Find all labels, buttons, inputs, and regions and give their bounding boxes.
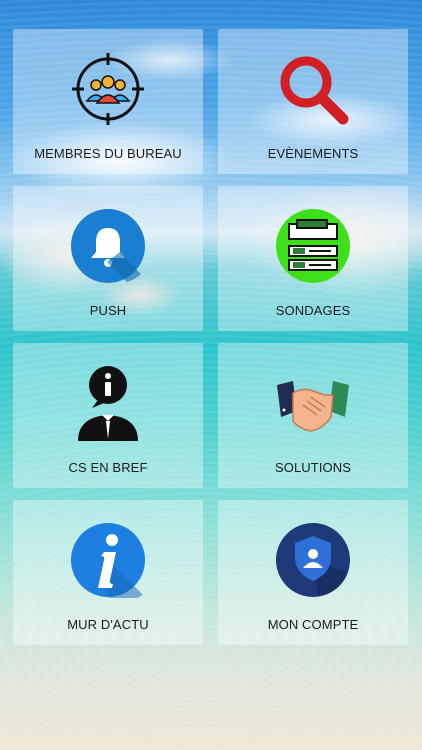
tile-push[interactable]: PUSH: [13, 186, 203, 331]
account-shield-icon: [275, 522, 351, 598]
tile-label: SOLUTIONS: [274, 460, 352, 475]
handshake-icon: [275, 365, 351, 441]
tile-label: SONDAGES: [275, 303, 351, 318]
info-person-icon: [70, 365, 146, 441]
survey-icon: [275, 208, 351, 284]
tile-label: PUSH: [89, 303, 127, 318]
tile-mon-compte[interactable]: MON COMPTE: [218, 500, 408, 645]
tile-label: EVÈNEMENTS: [267, 146, 359, 161]
tile-label: MON COMPTE: [267, 617, 359, 632]
info-icon: [70, 522, 146, 598]
bell-icon: [70, 208, 146, 284]
team-target-icon: [70, 51, 146, 127]
search-icon: [275, 51, 351, 127]
menu-grid: MEMBRES DU BUREAU EVÈNEMENTS PUSH SONDAG…: [13, 29, 408, 645]
tile-solutions[interactable]: SOLUTIONS: [218, 343, 408, 488]
tile-membres-du-bureau[interactable]: MEMBRES DU BUREAU: [13, 29, 203, 174]
tile-evenements[interactable]: EVÈNEMENTS: [218, 29, 408, 174]
tile-mur-d-actu[interactable]: MUR D'ACTU: [13, 500, 203, 645]
tile-sondages[interactable]: SONDAGES: [218, 186, 408, 331]
tile-label: MUR D'ACTU: [67, 617, 149, 632]
tile-label: MEMBRES DU BUREAU: [34, 146, 182, 161]
tile-cs-en-bref[interactable]: CS EN BREF: [13, 343, 203, 488]
tile-label: CS EN BREF: [68, 460, 148, 475]
